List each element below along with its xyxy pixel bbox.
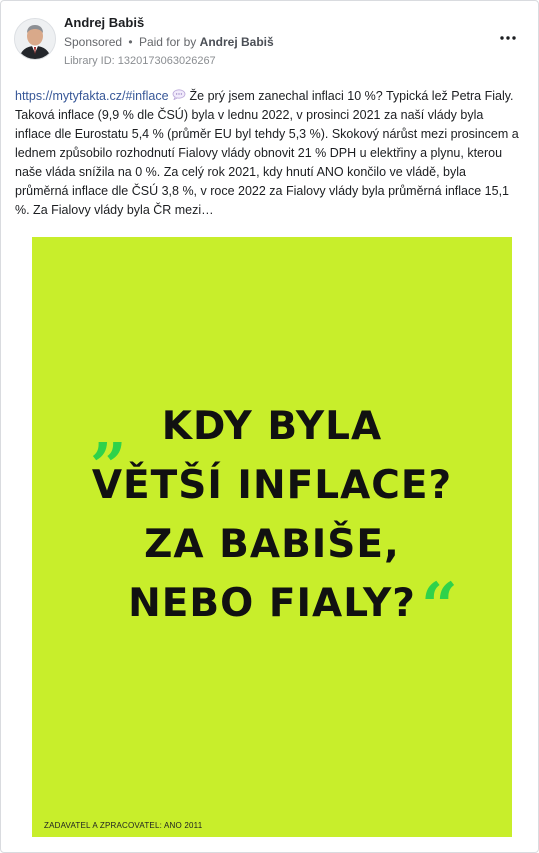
ad-card: Andrej Babiš Sponsored • Paid for by And… [0,0,539,853]
sponsored-row: Sponsored • Paid for by Andrej Babiš [64,35,274,49]
ad-creative: „ KDY BYLA VĚTŠÍ INFLACE? ZA BABIŠE, NEB… [32,237,512,837]
more-options-button[interactable] [494,27,522,49]
headline-line-3: ZA BABIŠE, [144,522,400,567]
more-horizontal-icon [500,36,516,40]
headline-line-1: KDY BYLA [161,404,383,449]
separator: • [128,35,133,49]
ad-media[interactable]: „ KDY BYLA VĚTŠÍ INFLACE? ZA BABIŠE, NEB… [1,237,538,837]
paid-for-name: Andrej Babiš [199,35,274,49]
library-id: Library ID: 1320173063026267 [64,55,216,67]
post-text: Že prý jsem zanechal inflaci 10 %? Typic… [15,89,519,218]
author-name[interactable]: Andrej Babiš [64,15,144,30]
post-link[interactable]: https://mytyfakta.cz/#inflace [15,89,169,103]
headline-line-2: VĚTŠÍ INFLACE? [91,463,453,508]
speech-bubble-icon [172,87,186,106]
quote-close: “ [421,569,458,644]
avatar[interactable] [14,18,56,60]
post-body: https://mytyfakta.cz/#inflace Že prý jsem… [15,87,521,220]
sponsored-label: Sponsored [64,35,123,49]
paid-for-prefix: Paid for by [138,35,197,49]
ad-footer-note: ZADAVATEL A ZPRACOVATEL: ANO 2011 [44,821,203,830]
profile-photo [15,19,55,59]
